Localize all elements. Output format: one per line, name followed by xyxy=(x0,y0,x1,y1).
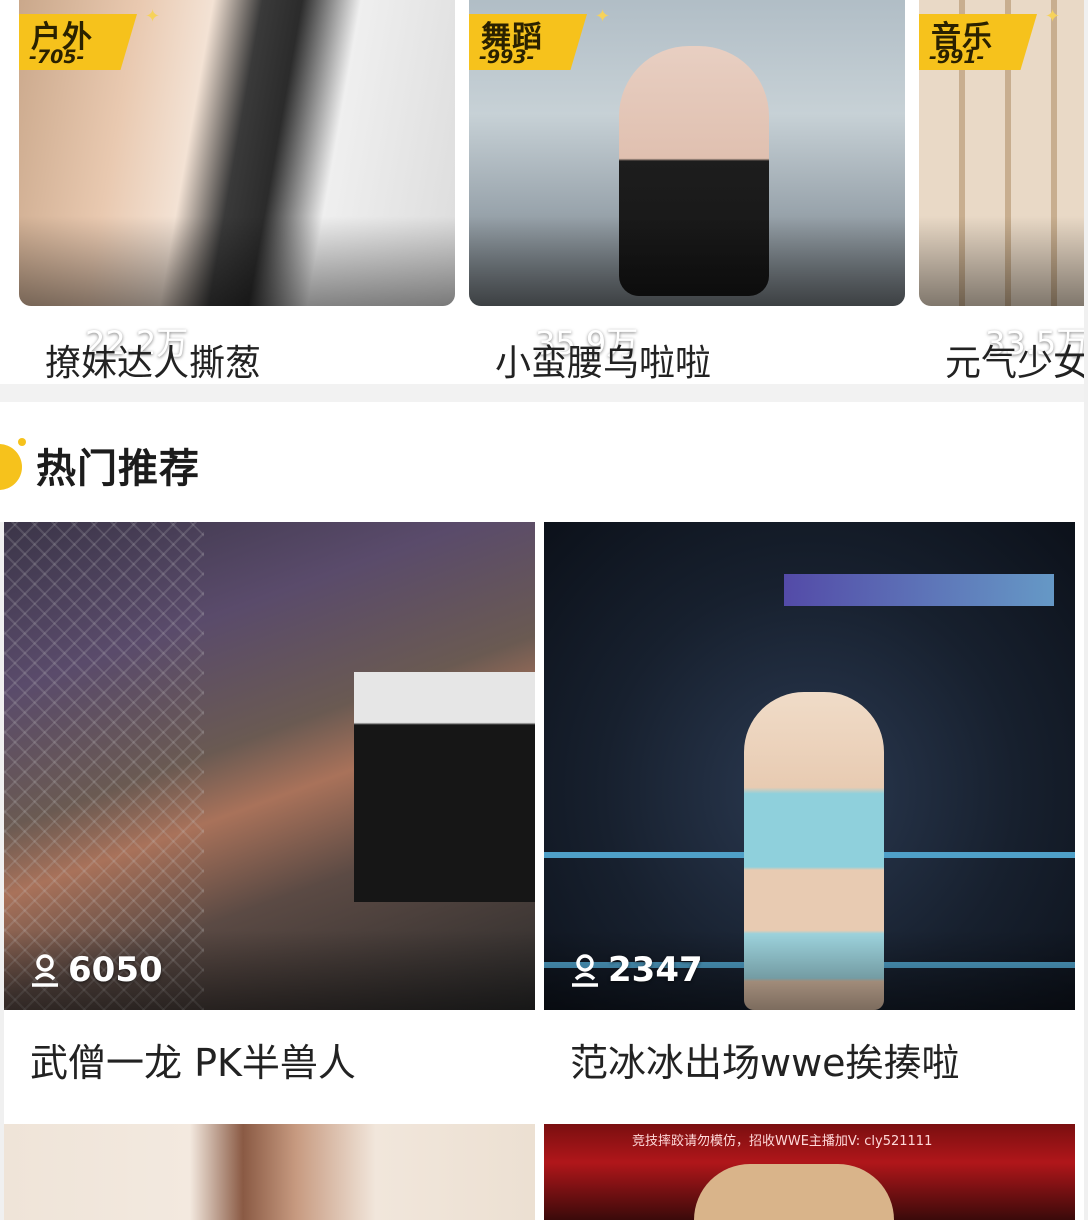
stream-banner-text: 竞技摔跤请勿模仿，招收WWE主播加V: cly521111 xyxy=(632,1134,933,1149)
category-tag-count: -991- xyxy=(929,46,985,68)
section-header: 热门推荐 xyxy=(0,402,1088,522)
viewer-count: 2347 xyxy=(570,950,703,990)
stream-title[interactable]: 撩妹达人撕葱 xyxy=(45,334,261,384)
category-tag-count: -993- xyxy=(479,46,535,68)
carousel-card[interactable]: 户外 -705- ✦ 22.2万 撩妹达人撕葱 xyxy=(19,0,455,384)
carousel-card[interactable]: 音乐 -991- ✦ 33.5万 元气少女 xyxy=(919,0,1088,384)
user-icon xyxy=(572,954,598,987)
category-tag: 舞蹈 -993- xyxy=(469,14,587,70)
carousel-card[interactable]: 舞蹈 -993- ✦ 35.9万 小蛮腰乌啦啦 xyxy=(469,0,905,384)
stream-thumbnail[interactable]: 竞技摔跤请勿模仿，招收WWE主播加V: cly521111 xyxy=(544,1124,1075,1220)
category-tag-count: -705- xyxy=(29,46,85,68)
category-carousel: 户外 -705- ✦ 22.2万 撩妹达人撕葱 舞蹈 -993- ✦ 35.9万… xyxy=(0,0,1088,384)
sparkle-icon: ✦ xyxy=(145,6,161,27)
stream-thumbnail[interactable] xyxy=(544,522,1075,1010)
recommended-card[interactable]: 6050 武僧一龙 PK半兽人 xyxy=(4,522,535,1122)
stream-title[interactable]: 元气少女 xyxy=(945,334,1088,384)
section-accent-icon xyxy=(0,444,22,490)
recommended-card[interactable]: 竞技摔跤请勿模仿，招收WWE主播加V: cly521111 xyxy=(544,1124,1075,1220)
recommended-card[interactable] xyxy=(4,1124,535,1220)
page-edge xyxy=(1084,0,1088,1220)
stream-title[interactable]: 武僧一龙 PK半兽人 xyxy=(30,1032,356,1087)
stream-thumbnail[interactable] xyxy=(4,522,535,1010)
category-tag: 音乐 -991- xyxy=(919,14,1037,70)
page-edge xyxy=(0,522,4,1220)
viewer-count-value: 2347 xyxy=(608,950,703,990)
stream-title[interactable]: 小蛮腰乌啦啦 xyxy=(495,334,711,384)
stream-thumbnail[interactable] xyxy=(4,1124,535,1220)
viewer-count: 6050 xyxy=(30,950,163,990)
recommended-card[interactable]: 2347 范冰冰出场wwe挨揍啦 xyxy=(544,522,1075,1122)
section-divider xyxy=(0,384,1088,402)
viewer-count-value: 6050 xyxy=(68,950,163,990)
section-title: 热门推荐 xyxy=(36,446,200,492)
category-tag: 户外 -705- xyxy=(19,14,137,70)
sparkle-icon: ✦ xyxy=(1045,6,1061,27)
section-dot-icon xyxy=(18,438,26,446)
stream-title[interactable]: 范冰冰出场wwe挨揍啦 xyxy=(570,1032,960,1087)
sparkle-icon: ✦ xyxy=(595,6,611,27)
user-icon xyxy=(32,954,58,987)
